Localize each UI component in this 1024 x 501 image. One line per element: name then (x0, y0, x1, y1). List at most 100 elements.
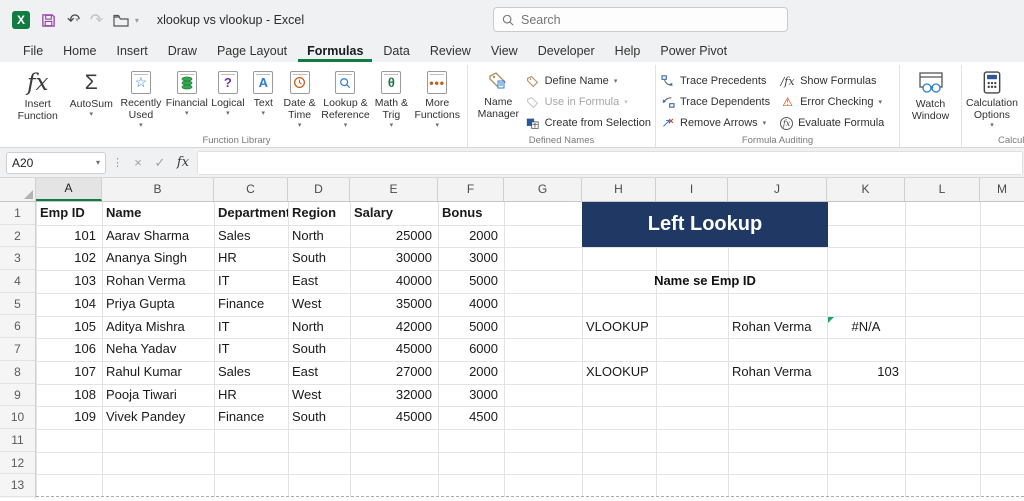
insert-function-fx-icon[interactable]: fx (173, 155, 193, 170)
row-header[interactable]: 7 (0, 338, 35, 361)
cell-d10[interactable]: South (288, 406, 350, 429)
cell-b2[interactable]: Aarav Sharma (102, 225, 214, 248)
column-header-m[interactable]: M (980, 178, 1024, 201)
tab-data[interactable]: Data (374, 42, 418, 62)
remove-arrows-button[interactable]: ↗ × Remove Arrows ▾ (660, 114, 770, 132)
define-name-button[interactable]: Define Name ▾ (525, 72, 651, 90)
cell-c4[interactable]: IT (214, 270, 288, 293)
cell-k6-vlookup-result[interactable]: #N/A (827, 316, 905, 339)
cell-d8[interactable]: East (288, 361, 350, 384)
cell-a6[interactable]: 105 (36, 316, 102, 339)
cell-e1[interactable]: Salary (350, 202, 438, 225)
row-header[interactable]: 1 (0, 202, 35, 225)
cell-j8-xlookup-value[interactable]: Rohan Verma (728, 361, 827, 384)
column-header-c[interactable]: C (214, 178, 288, 201)
cell-k8-xlookup-result[interactable]: 103 (827, 361, 905, 384)
cell-c3[interactable]: HR (214, 247, 288, 270)
tab-home[interactable]: Home (54, 42, 105, 62)
column-header-b[interactable]: B (102, 178, 214, 201)
cell-e10[interactable]: 45000 (350, 406, 438, 429)
create-from-selection-button[interactable]: Create from Selection (525, 114, 651, 132)
row-header[interactable]: 6 (0, 315, 35, 339)
cell-e2[interactable]: 25000 (350, 225, 438, 248)
cell-d4[interactable]: East (288, 270, 350, 293)
cell-d6[interactable]: North (288, 316, 350, 339)
row-header[interactable]: 9 (0, 384, 35, 407)
name-box-chevron-icon[interactable]: ▾ (96, 158, 100, 167)
formula-input[interactable] (198, 151, 1022, 174)
cell-b10[interactable]: Vivek Pandey (102, 406, 214, 429)
column-header-l[interactable]: L (905, 178, 980, 201)
row-header[interactable]: 13 (0, 474, 35, 497)
cell-b5[interactable]: Priya Gupta (102, 293, 214, 316)
tab-draw[interactable]: Draw (159, 42, 206, 62)
cell-a9[interactable]: 108 (36, 384, 102, 407)
tab-file[interactable]: File (14, 42, 52, 62)
row-header[interactable]: 12 (0, 452, 35, 475)
cell-c6[interactable]: IT (214, 316, 288, 339)
cell-f2[interactable]: 2000 (438, 225, 504, 248)
cell-f1[interactable]: Bonus (438, 202, 504, 225)
cell-c5[interactable]: Finance (214, 293, 288, 316)
cell-e9[interactable]: 32000 (350, 384, 438, 407)
tab-power-pivot[interactable]: Power Pivot (651, 42, 736, 62)
cell-j6-vlookup-value[interactable]: Rohan Verma (728, 316, 827, 339)
cell-d2[interactable]: North (288, 225, 350, 248)
undo-button[interactable]: ↶ ▾ (67, 10, 80, 30)
calculation-options-button[interactable]: Calculation Options ▾ (966, 67, 1018, 129)
cell-f4[interactable]: 5000 (438, 270, 504, 293)
cell-d5[interactable]: West (288, 293, 350, 316)
tab-insert[interactable]: Insert (108, 42, 157, 62)
logical-button[interactable]: ? Logical ▾ (209, 67, 247, 117)
cell-h6-vlookup-label[interactable]: VLOOKUP (582, 316, 656, 339)
cell-c9[interactable]: HR (214, 384, 288, 407)
lookup-panel-subtitle[interactable]: Name se Emp ID (582, 270, 828, 293)
text-button[interactable]: A Text ▾ (247, 67, 280, 117)
cell-d7[interactable]: South (288, 338, 350, 361)
error-checking-button[interactable]: ⚠ Error Checking ▾ (780, 93, 884, 111)
cell-e3[interactable]: 30000 (350, 247, 438, 270)
cell-a2[interactable]: 101 (36, 225, 102, 248)
cell-a1[interactable]: Emp ID (36, 202, 102, 225)
cell-e4[interactable]: 40000 (350, 270, 438, 293)
cell-d9[interactable]: West (288, 384, 350, 407)
cell-e7[interactable]: 45000 (350, 338, 438, 361)
cell-f5[interactable]: 4000 (438, 293, 504, 316)
cell-b4[interactable]: Rohan Verma (102, 270, 214, 293)
row-header[interactable]: 2 (0, 225, 35, 248)
sheet-body[interactable]: 1 2 3 4 5 6 7 8 9 10 11 12 13 Emp ID Nam… (0, 202, 1024, 501)
tab-page-layout[interactable]: Page Layout (208, 42, 296, 62)
column-header-i[interactable]: I (656, 178, 728, 201)
cell-c7[interactable]: IT (214, 338, 288, 361)
name-manager-button[interactable]: Name Manager (472, 67, 525, 120)
more-functions-button[interactable]: ••• More Functions ▾ (411, 67, 463, 129)
cell-f6[interactable]: 5000 (438, 316, 504, 339)
cell-a3[interactable]: 102 (36, 247, 102, 270)
trace-dependents-button[interactable]: Trace Dependents (660, 93, 770, 111)
tab-help[interactable]: Help (606, 42, 650, 62)
row-header[interactable]: 5 (0, 293, 35, 316)
cell-a4[interactable]: 103 (36, 270, 102, 293)
cell-h8-xlookup-label[interactable]: XLOOKUP (582, 361, 656, 384)
cell-b7[interactable]: Neha Yadav (102, 338, 214, 361)
column-header-a[interactable]: A (36, 178, 102, 201)
column-header-d[interactable]: D (288, 178, 350, 201)
cell-a5[interactable]: 104 (36, 293, 102, 316)
lookup-reference-button[interactable]: Lookup & Reference ▾ (320, 67, 372, 129)
cell-e5[interactable]: 35000 (350, 293, 438, 316)
tab-formulas[interactable]: Formulas (298, 42, 373, 62)
open-folder-icon[interactable] (113, 14, 129, 27)
cell-f8[interactable]: 2000 (438, 361, 504, 384)
column-header-j[interactable]: J (728, 178, 827, 201)
lookup-panel-title[interactable]: Left Lookup (582, 202, 828, 248)
cell-b8[interactable]: Rahul Kumar (102, 361, 214, 384)
row-header[interactable]: 8 (0, 361, 35, 384)
cell-f9[interactable]: 3000 (438, 384, 504, 407)
customize-qat-icon[interactable]: ▾ (135, 16, 139, 25)
cell-e8[interactable]: 27000 (350, 361, 438, 384)
tab-developer[interactable]: Developer (529, 42, 604, 62)
cell-a7[interactable]: 106 (36, 338, 102, 361)
row-header[interactable]: 3 (0, 247, 35, 271)
cell-c10[interactable]: Finance (214, 406, 288, 429)
cell-c8[interactable]: Sales (214, 361, 288, 384)
